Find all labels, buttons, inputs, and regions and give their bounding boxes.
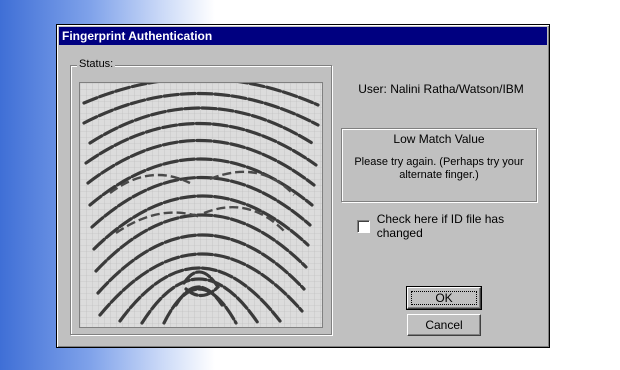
fingerprint-drawing [80,83,322,327]
ok-button-label: OK [435,291,453,305]
match-status-title: Low Match Value [393,132,485,146]
fingerprint-image [79,82,323,328]
id-changed-checkbox[interactable] [357,219,370,233]
cancel-button-label: Cancel [425,318,463,332]
match-status-message: Please try again. (Perhaps try your alte… [354,156,524,181]
user-name-label: User: Nalini Ratha/Watson/IBM [358,82,524,96]
status-label: Status: [77,58,116,70]
id-changed-checkbox-row[interactable]: Check here if ID file has changed [357,212,549,240]
status-groupbox: Status: [70,58,332,335]
fingerprint-dialog: Fingerprint Authentication Status: User:… [56,24,550,348]
ok-button[interactable]: OK [406,286,482,310]
cancel-button[interactable]: Cancel [407,314,481,336]
dialog-title-bar[interactable]: Fingerprint Authentication [59,27,547,45]
dialog-title: Fingerprint Authentication [62,29,213,43]
match-status-panel: Low Match Value Please try again. (Perha… [341,128,537,202]
id-changed-label[interactable]: Check here if ID file has changed [377,212,549,240]
